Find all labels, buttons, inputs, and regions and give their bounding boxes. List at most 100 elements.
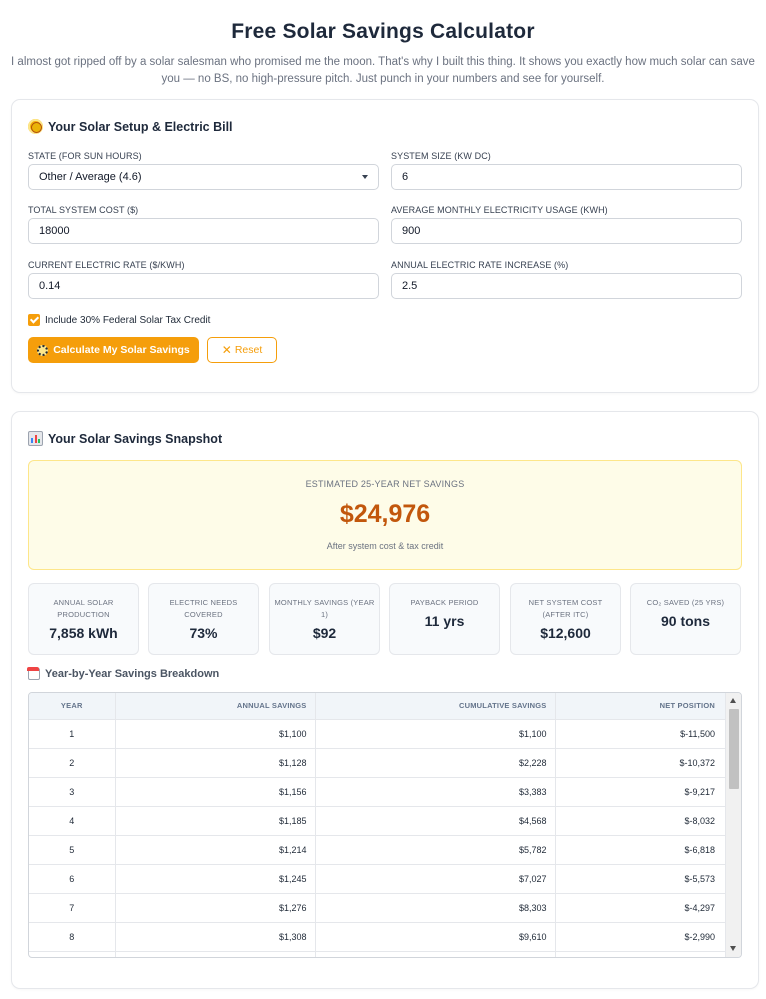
reset-button[interactable]: ✕ Reset (207, 337, 277, 363)
header-cumulative-savings: Cumulative Savings (315, 693, 556, 720)
solar-setup-card: Your Solar Setup & Electric Bill State (… (11, 99, 759, 393)
calculate-button[interactable]: Calculate My Solar Savings (28, 337, 199, 363)
system-cost-input[interactable]: 18000 (28, 218, 379, 244)
cell-net-position: $-8,032 (555, 806, 726, 836)
calculate-button-label: Calculate My Solar Savings (53, 344, 190, 356)
stat-label: Payback Period (410, 598, 479, 607)
setup-heading-text: Your Solar Setup & Electric Bill (48, 119, 233, 134)
gear-icon (37, 344, 49, 356)
bar-chart-icon (28, 431, 43, 446)
setup-heading: Your Solar Setup & Electric Bill (28, 119, 233, 134)
tax-credit-option[interactable]: Include 30% Federal Solar Tax Credit (28, 314, 210, 326)
state-select[interactable]: Other / Average (4.6) (28, 164, 379, 190)
chevron-down-icon (362, 175, 368, 179)
stat-label: Net System Cost (after ITC) (528, 598, 603, 619)
net-savings-note: After system cost & tax credit (326, 541, 444, 551)
page-title: Free Solar Savings Calculator (231, 20, 535, 43)
state-select-value: Other / Average (4.6) (39, 171, 142, 183)
header-net-position: Net Position (555, 693, 726, 720)
cell-year: 6 (29, 864, 116, 894)
table-row: 2 $1,128 $2,228 $-10,372 (29, 748, 726, 778)
cell-net-position: $-11,500 (555, 719, 726, 749)
tax-credit-checkbox[interactable] (28, 314, 40, 326)
cell-annual-savings: $1,308 (115, 922, 316, 952)
cell-year: 9 (29, 951, 116, 957)
cell-cumulative-savings: $3,383 (315, 777, 556, 807)
savings-snapshot-card: Your Solar Savings Snapshot Estimated 25… (11, 411, 759, 989)
stat-label: CO₂ Saved (25 yrs) (646, 598, 725, 607)
cell-net-position: $-2,990 (555, 922, 726, 952)
table-row: 6 $1,245 $7,027 $-5,573 (29, 864, 726, 894)
cell-net-position: $-10,372 (555, 748, 726, 778)
cell-cumulative-savings: $4,568 (315, 806, 556, 836)
stat-value: 90 tons (660, 613, 710, 629)
rate-increase-label: Annual Electric Rate Increase (%) (391, 260, 569, 270)
results-heading: Your Solar Savings Snapshot (28, 431, 222, 446)
cell-year: 2 (29, 748, 116, 778)
breakdown-heading: Year-by-Year Savings Breakdown (28, 668, 219, 680)
table-scrollbar[interactable] (725, 693, 741, 957)
savings-table: Year Annual Savings Cumulative Savings N… (29, 693, 726, 957)
stat-monthly-savings: Monthly Savings (Year 1) $92 (269, 583, 380, 655)
system-size-input[interactable]: 6 (391, 164, 742, 190)
reset-button-label: Reset (234, 344, 263, 356)
cell-cumulative-savings: $8,303 (315, 893, 556, 923)
scroll-down-icon[interactable] (730, 946, 736, 951)
table-row: 7 $1,276 $8,303 $-4,297 (29, 893, 726, 923)
stat-value: 11 yrs (424, 613, 465, 629)
system-cost-value: 18000 (39, 225, 70, 237)
results-heading-text: Your Solar Savings Snapshot (48, 431, 223, 446)
cell-annual-savings: $1,245 (115, 864, 316, 894)
cell-cumulative-savings: $2,228 (315, 748, 556, 778)
header-annual-savings: Annual Savings (115, 693, 316, 720)
stat-value: 7,858 kWh (49, 625, 118, 641)
cell-annual-savings (115, 951, 316, 957)
stat-label: Monthly Savings (Year 1) (274, 598, 375, 619)
rate-increase-input[interactable]: 2.5 (391, 273, 742, 299)
stat-annual-production: Annual Solar Production 7,858 kWh (28, 583, 139, 655)
cell-cumulative-savings: $1,100 (315, 719, 556, 749)
table-row: 9 (29, 951, 726, 957)
monthly-usage-input[interactable]: 900 (391, 218, 742, 244)
breakdown-heading-text: Year-by-Year Savings Breakdown (45, 668, 220, 680)
stat-value: $92 (312, 625, 337, 641)
cell-year: 4 (29, 806, 116, 836)
cell-net-position: $-4,297 (555, 893, 726, 923)
stat-co2-saved: CO₂ Saved (25 yrs) 90 tons (630, 583, 741, 655)
cell-net-position: $-5,573 (555, 864, 726, 894)
table-body: 1 $1,100 $1,100 $-11,500 2 $1,128 $2,228 $-10,3… (29, 719, 726, 957)
state-label: State (for sun hours) (28, 151, 142, 161)
cell-cumulative-savings: $9,610 (315, 922, 556, 952)
cell-annual-savings: $1,276 (115, 893, 316, 923)
close-icon: ✕ (221, 343, 232, 357)
table-row: 3 $1,156 $3,383 $-9,217 (29, 777, 726, 807)
scroll-up-icon[interactable] (730, 698, 736, 703)
net-savings-value: $24,976 (339, 500, 431, 528)
monthly-usage-label: Average Monthly Electricity Usage (kWh) (391, 205, 608, 215)
monthly-usage-value: 900 (402, 225, 421, 237)
net-savings-hero: Estimated 25-Year Net Savings $24,976 Af… (28, 460, 742, 570)
table-row: 5 $1,214 $5,782 $-6,818 (29, 835, 726, 865)
page-subtitle: I almost got ripped off by a solar sales… (11, 56, 755, 85)
stat-net-system-cost: Net System Cost (after ITC) $12,600 (510, 583, 621, 655)
stat-value: 73% (189, 625, 218, 641)
cell-net-position: $-6,818 (555, 835, 726, 865)
header-year: Year (29, 693, 116, 720)
cell-year: 3 (29, 777, 116, 807)
scroll-thumb[interactable] (729, 709, 739, 789)
cell-annual-savings: $1,214 (115, 835, 316, 865)
stat-label: Annual Solar Production (53, 598, 114, 619)
cell-annual-savings: $1,128 (115, 748, 316, 778)
electric-rate-value: 0.14 (39, 280, 61, 292)
cell-cumulative-savings: $5,782 (315, 835, 556, 865)
calendar-icon (28, 668, 40, 680)
cell-annual-savings: $1,100 (115, 719, 316, 749)
electric-rate-input[interactable]: 0.14 (28, 273, 379, 299)
stat-payback-period: Payback Period 11 yrs (389, 583, 500, 655)
table-header-row: Year Annual Savings Cumulative Savings N… (29, 693, 726, 720)
net-savings-label: Estimated 25-Year Net Savings (305, 479, 465, 489)
savings-table-container[interactable]: Year Annual Savings Cumulative Savings N… (28, 692, 742, 958)
table-row: 8 $1,308 $9,610 $-2,990 (29, 922, 726, 952)
table-row: 4 $1,185 $4,568 $-8,032 (29, 806, 726, 836)
sun-icon (28, 119, 43, 134)
